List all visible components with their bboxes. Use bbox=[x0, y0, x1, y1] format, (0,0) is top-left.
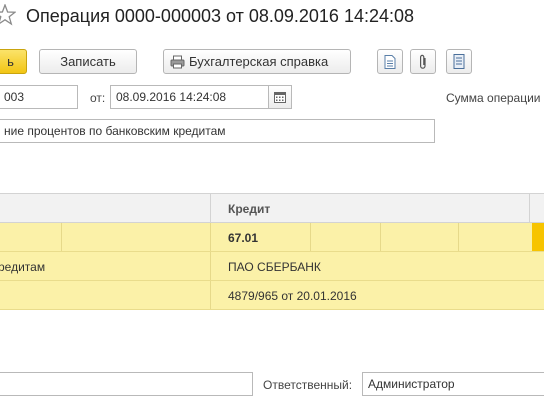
list-icon bbox=[453, 54, 465, 69]
debit-subconto-cell[interactable]: редитам bbox=[0, 260, 45, 274]
table-row[interactable]: редитам ПАО СБЕРБАНК bbox=[0, 252, 544, 281]
document-icon bbox=[384, 54, 396, 69]
credit-subconto-cell[interactable]: ПАО СБЕРБАНК bbox=[228, 260, 321, 274]
list-button[interactable] bbox=[446, 49, 472, 74]
responsible-label: Ответственный: bbox=[263, 378, 353, 392]
responsible-field[interactable]: Администратор bbox=[362, 372, 544, 396]
entries-table-header: Кредит bbox=[0, 193, 544, 223]
post-and-close-button[interactable]: ь bbox=[0, 49, 27, 74]
calendar-icon bbox=[274, 91, 286, 103]
number-field[interactable]: 003 bbox=[0, 85, 78, 109]
sum-label: Сумма операции bbox=[446, 91, 541, 105]
accounting-report-label: Бухгалтерская справка bbox=[189, 54, 329, 69]
credit-document-cell[interactable]: 4879/965 от 20.01.2016 bbox=[228, 289, 357, 303]
attachments-button[interactable] bbox=[410, 49, 436, 74]
favorite-star-icon[interactable] bbox=[0, 4, 16, 26]
window-title: Операция 0000-000003 от 08.09.2016 14:24… bbox=[26, 6, 415, 26]
table-row[interactable]: 4879/965 от 20.01.2016 bbox=[0, 281, 544, 310]
credit-column-header[interactable]: Кредит bbox=[228, 202, 270, 216]
description-field[interactable]: ние процентов по банковским кредитам bbox=[0, 119, 435, 143]
date-field[interactable]: 08.09.2016 14:24:08 bbox=[110, 85, 270, 109]
table-row[interactable]: 67.01 bbox=[0, 223, 544, 252]
date-label: от: bbox=[90, 91, 106, 105]
document-button[interactable] bbox=[377, 49, 403, 74]
accounting-report-button[interactable]: Бухгалтерская справка bbox=[163, 49, 351, 74]
calendar-button[interactable] bbox=[268, 85, 292, 109]
credit-account-cell[interactable]: 67.01 bbox=[228, 231, 258, 245]
printer-icon bbox=[170, 55, 185, 68]
selection-marker bbox=[532, 223, 544, 251]
comment-field[interactable] bbox=[0, 372, 253, 396]
paperclip-icon bbox=[420, 54, 426, 69]
save-button[interactable]: Записать bbox=[39, 49, 137, 74]
